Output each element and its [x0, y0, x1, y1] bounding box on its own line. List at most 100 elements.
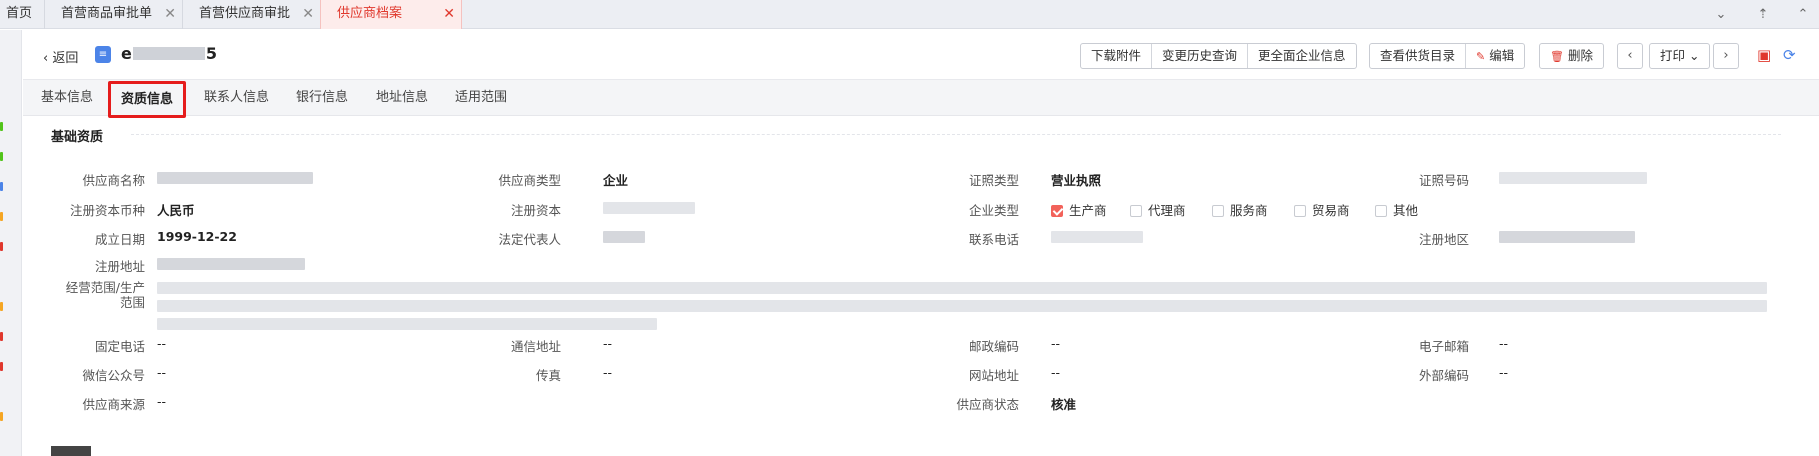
masked-value — [157, 258, 305, 270]
next-record-button[interactable]: › — [1713, 43, 1739, 69]
delete-button[interactable]: 🗑 删除 — [1540, 44, 1603, 68]
field-label: 注册地区 — [1418, 232, 1469, 247]
next-section-title-masked — [51, 446, 91, 456]
checkbox-manufacturer[interactable]: 生产商 — [1051, 200, 1107, 219]
field-value: -- — [603, 365, 613, 380]
status-dot — [0, 332, 3, 341]
checkbox-other[interactable]: 其他 — [1375, 200, 1418, 219]
field-label: 注册资本币种 — [69, 203, 145, 218]
print-group: 打印 ⌄ — [1649, 43, 1711, 69]
field-value: -- — [157, 336, 167, 351]
view-catalog-button[interactable]: 查看供货目录 — [1370, 44, 1467, 68]
masked-value — [603, 231, 645, 243]
download-attachment-button[interactable]: 下载附件 — [1081, 44, 1153, 68]
page-title-prefix: e — [121, 44, 132, 63]
field-label: 企业类型 — [968, 203, 1019, 218]
export-icon[interactable]: ▣ — [1757, 46, 1771, 64]
tab-address-info[interactable]: 地址信息 — [376, 80, 428, 116]
field-label: 外部编码 — [1418, 368, 1469, 383]
checkbox-label: 其他 — [1393, 203, 1419, 218]
checkbox-checked-icon — [1051, 205, 1063, 217]
masked-value — [157, 318, 657, 330]
tab-basic-info[interactable]: 基本信息 — [41, 80, 93, 116]
catalog-edit-group: 查看供货目录 ✎ 编辑 — [1369, 43, 1526, 69]
close-icon[interactable]: ✕ — [164, 0, 176, 28]
field-value: -- — [603, 336, 613, 351]
checkbox-trader[interactable]: 贸易商 — [1294, 200, 1350, 219]
field-label: 联系电话 — [968, 232, 1019, 247]
section-title: 基础资质 — [51, 130, 104, 145]
field-label: 固定电话 — [94, 339, 145, 354]
page-title-suffix: 5 — [205, 44, 217, 63]
detail-subtabs: 基本信息 资质信息 联系人信息 银行信息 地址信息 适用范围 — [23, 80, 1819, 118]
prev-record-button[interactable]: ‹ — [1617, 43, 1643, 69]
print-button[interactable]: 打印 ⌄ — [1650, 44, 1709, 68]
field-label: 证照类型 — [968, 173, 1019, 188]
back-button[interactable]: ‹ 返回 — [43, 47, 78, 66]
field-label: 网站地址 — [968, 368, 1019, 383]
window-tab-home[interactable]: 首页 — [0, 0, 44, 29]
window-tab-supplier-approval[interactable]: 首营供应商审批 ✕ — [182, 0, 320, 29]
scroll-top-icon[interactable]: ⇡ — [1752, 0, 1774, 29]
field-label: 经营范围/生产 范围 — [43, 280, 145, 310]
masked-value — [603, 202, 695, 214]
delete-label: 删除 — [1567, 48, 1593, 63]
field-value: 企业 — [603, 173, 629, 188]
masked-value — [157, 282, 1767, 294]
chevron-down-icon[interactable]: ⌄ — [1710, 0, 1732, 29]
tab-qualification-info[interactable]: 资质信息 — [108, 81, 187, 118]
field-label: 微信公众号 — [82, 368, 145, 383]
window-tab-label: 首营供应商审批 — [199, 6, 291, 21]
tab-contact-info[interactable]: 联系人信息 — [204, 80, 269, 116]
document-icon: ≡ — [95, 46, 111, 63]
tab-applicable-scope[interactable]: 适用范围 — [455, 80, 507, 116]
field-value: 1999-12-22 — [157, 229, 237, 244]
field-label: 供应商状态 — [956, 397, 1019, 412]
refresh-icon[interactable]: ⟳ — [1783, 46, 1796, 64]
chevron-left-icon: ‹ — [43, 51, 49, 66]
status-dot — [0, 242, 3, 251]
more-company-info-button[interactable]: 更全面企业信息 — [1248, 44, 1356, 68]
change-history-button[interactable]: 变更历史查询 — [1152, 44, 1249, 68]
checkbox-label: 贸易商 — [1312, 203, 1350, 218]
checkbox-agent[interactable]: 代理商 — [1130, 200, 1186, 219]
field-label: 邮政编码 — [968, 339, 1019, 354]
left-sidebar-strip — [0, 30, 22, 456]
masked-value — [157, 300, 1767, 312]
window-tab-product-approval[interactable]: 首营商品审批单 ✕ — [44, 0, 182, 29]
up-icon[interactable]: ⌃ — [1792, 0, 1814, 29]
trash-icon: 🗑 — [1550, 50, 1564, 63]
edit-button[interactable]: ✎ 编辑 — [1466, 44, 1524, 68]
page-title: e5 — [121, 44, 217, 63]
masked-value — [1051, 231, 1143, 243]
field-label: 传真 — [535, 368, 561, 383]
status-dot — [0, 362, 3, 371]
field-value: -- — [1499, 365, 1509, 380]
field-value: -- — [1051, 365, 1061, 380]
field-label: 供应商类型 — [498, 173, 561, 188]
field-label: 供应商名称 — [82, 173, 145, 188]
masked-title — [132, 47, 205, 60]
field-value: 核准 — [1051, 397, 1077, 412]
masked-value — [1499, 231, 1635, 243]
checkbox-label: 代理商 — [1148, 203, 1186, 218]
status-dot — [0, 152, 3, 161]
window-tab-label: 首页 — [6, 6, 33, 21]
checkbox-icon — [1212, 205, 1224, 217]
checkbox-service[interactable]: 服务商 — [1212, 200, 1268, 219]
status-dot — [0, 412, 3, 421]
tab-bank-info[interactable]: 银行信息 — [296, 80, 348, 116]
detail-header: ‹ 返回 ≡ e5 下载附件 变更历史查询 更全面企业信息 查看供货目录 ✎ 编辑… — [23, 30, 1819, 80]
field-label: 供应商来源 — [82, 397, 145, 412]
masked-value — [1499, 172, 1647, 184]
close-icon[interactable]: ✕ — [302, 0, 314, 28]
field-label: 注册地址 — [94, 259, 145, 274]
close-icon[interactable]: ✕ — [443, 0, 455, 28]
edit-label: 编辑 — [1489, 48, 1515, 63]
window-tab-supplier-archive[interactable]: 供应商档案 ✕ — [320, 0, 462, 29]
delete-group: 🗑 删除 — [1539, 43, 1604, 69]
field-value: -- — [1051, 336, 1061, 351]
checkbox-icon — [1375, 205, 1387, 217]
field-label: 电子邮箱 — [1418, 339, 1469, 354]
field-label-line: 经营范围/生产 — [65, 280, 145, 295]
